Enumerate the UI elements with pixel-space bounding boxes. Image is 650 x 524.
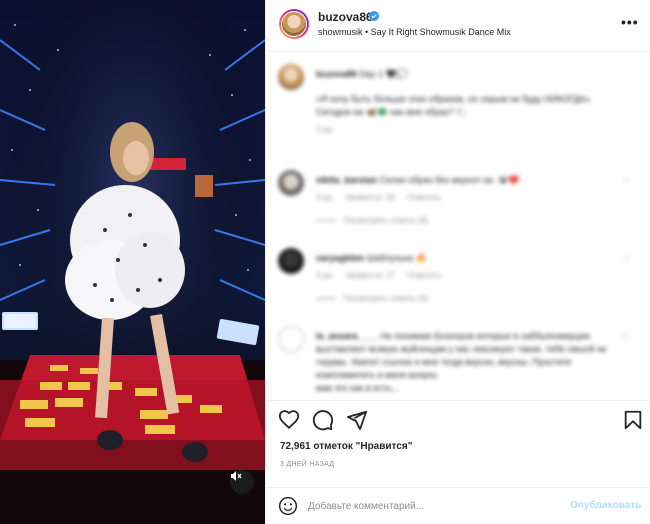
comment-username[interactable]: nikita_baroian xyxy=(316,175,377,185)
post-details: buzova86 showmusik • Say It Right Showmu… xyxy=(265,0,650,524)
comment-like-icon[interactable]: ♡ xyxy=(622,332,630,343)
more-options-button[interactable]: ••• xyxy=(621,14,639,30)
post-modal: buzova86 showmusik • Say It Right Showmu… xyxy=(0,0,650,524)
muted-speaker-icon xyxy=(231,471,242,481)
verified-badge-icon xyxy=(369,11,379,21)
author-username[interactable]: buzova86 xyxy=(318,10,373,24)
author-avatar[interactable] xyxy=(279,9,309,39)
comment-likes[interactable]: Нравится: 17 xyxy=(346,271,395,280)
comment-time: 3 дн. xyxy=(316,193,334,202)
comment-text-line: вам это как в есть... xyxy=(316,383,399,393)
comment-composer: Опубликовать xyxy=(266,487,650,524)
comment-avatar[interactable] xyxy=(278,248,304,274)
post-time: 3 ДНЕЙ НАЗАД xyxy=(280,461,335,468)
comment-time: 3 дн. xyxy=(316,271,334,280)
likes-count[interactable]: 72,961 отметок "Нравится" xyxy=(280,441,412,452)
comment-like-icon[interactable]: ♡ xyxy=(622,176,630,187)
reel-video[interactable] xyxy=(0,0,265,524)
video-frame xyxy=(0,0,265,524)
heart-icon[interactable] xyxy=(278,409,300,431)
comment-input[interactable] xyxy=(308,497,558,515)
emoji-icon[interactable] xyxy=(278,496,298,516)
comment-icon[interactable] xyxy=(312,409,334,431)
view-replies-button[interactable]: Посмотреть ответы (8) xyxy=(344,214,428,227)
share-icon[interactable] xyxy=(346,409,368,431)
view-replies-button[interactable]: Посмотреть ответы (4) xyxy=(344,292,428,305)
post-header: buzova86 showmusik • Say It Right Showmu… xyxy=(266,0,650,52)
caption-text-line: «Я хочу быть больше этих образов, но сер… xyxy=(316,94,591,104)
reply-button[interactable]: Ответить xyxy=(407,193,441,202)
comment-text: Селин образ без верхоп ов. 😭❤️ xyxy=(379,175,520,185)
comment-username[interactable]: la_ansara____ xyxy=(316,331,378,341)
action-bar xyxy=(266,400,650,436)
reply-button[interactable]: Ответить xyxy=(407,271,441,280)
caption-text: Day 1 🖤💭 xyxy=(359,69,408,79)
comment-text: Шаблунька 🔥 xyxy=(366,253,427,263)
comment-likes[interactable]: Нравится: 18 xyxy=(346,193,395,202)
comment-username[interactable]: varyagbbm xyxy=(316,253,364,263)
caption-text-line: Сегодня на 🦋🦚 как мне образ? 🐑 xyxy=(316,107,468,117)
mute-button[interactable] xyxy=(230,470,254,494)
comment-avatar[interactable] xyxy=(278,170,304,196)
caption-username[interactable]: buzova86 xyxy=(316,69,357,79)
post-comment-button[interactable]: Опубликовать xyxy=(570,500,641,511)
audio-label[interactable]: showmusik • Say It Right Showmusik Dance… xyxy=(318,27,511,37)
bookmark-icon[interactable] xyxy=(622,409,644,431)
comment-avatar[interactable] xyxy=(278,326,304,352)
comment-list[interactable]: buzova86 Day 1 🖤💭 «Я хочу быть больше эт… xyxy=(266,52,650,400)
caption-time: 3 дн. xyxy=(316,125,334,134)
comment-like-icon[interactable]: ♡ xyxy=(622,254,630,265)
caption-avatar[interactable] xyxy=(278,64,304,90)
